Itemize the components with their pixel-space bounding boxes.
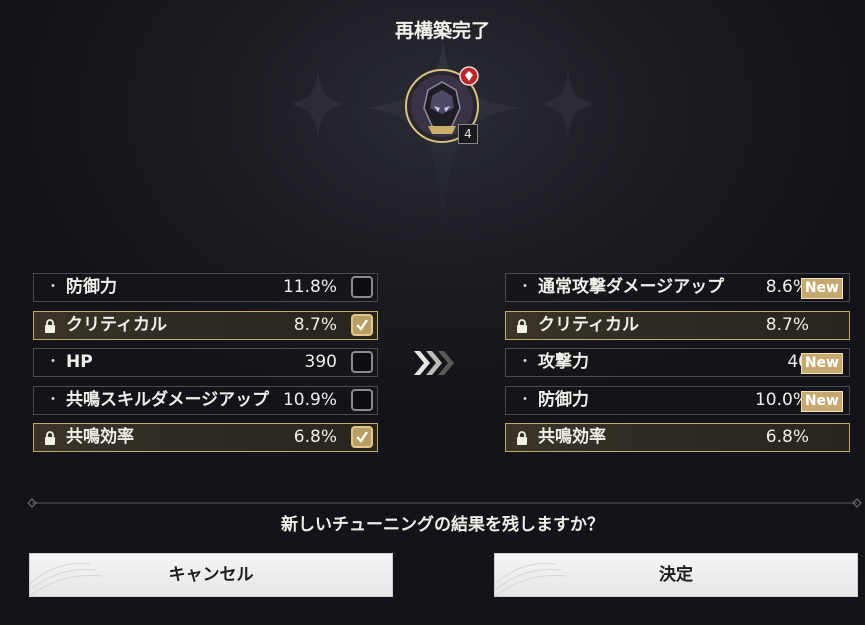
divider-line — [27, 498, 862, 508]
stat-name: 防御力 — [66, 277, 117, 297]
confirm-button[interactable]: 決定 — [494, 553, 858, 597]
rarity-badge-icon — [459, 66, 479, 86]
checkmark-icon — [356, 431, 368, 443]
button-wave-decoration — [495, 563, 568, 596]
confirm-question: 新しいチューニングの結果を残しますか？ — [281, 515, 604, 535]
stat-name: HP — [66, 352, 93, 372]
stat-name: クリティカル — [66, 314, 167, 335]
checkmark-icon — [356, 318, 368, 331]
stat-name: 攻撃力 — [538, 352, 589, 372]
bullet: ・ — [46, 354, 60, 370]
cancel-button-label: キャンセル — [168, 565, 254, 585]
page-title: 再構築完了 — [394, 20, 490, 42]
tuning-result-screen: 再構築完了 4 ・ 防御力 11.8% クリティカル 8.7% ・ HP 390… — [0, 0, 865, 625]
lock-checkbox[interactable] — [351, 276, 373, 298]
bullet: ・ — [518, 279, 532, 295]
new-badge: New — [800, 390, 843, 412]
stat-value: 10.9% — [282, 389, 337, 410]
before-row-4: 共鳴効率 6.8% — [33, 423, 378, 452]
after-row-3: ・ 防御力 10.0% New — [505, 385, 850, 415]
lock-checkbox[interactable] — [351, 351, 373, 373]
stat-value: 6.8% — [765, 427, 809, 447]
lock-icon — [517, 431, 527, 445]
before-row-0: ・ 防御力 11.8% — [33, 273, 378, 302]
lock-icon — [517, 318, 527, 333]
after-row-4: 共鳴効率 6.8% — [505, 423, 850, 452]
before-row-2: ・ HP 390 — [33, 348, 378, 377]
stat-name: 共鳴効率 — [538, 427, 606, 447]
stat-name: 通常攻撃ダメージアップ — [538, 277, 725, 297]
bullet: ・ — [46, 391, 60, 408]
new-badge: New — [800, 278, 843, 299]
chevron-right-arrows-icon — [414, 351, 454, 375]
button-wave-decoration — [30, 563, 103, 596]
after-row-1: クリティカル 8.7% — [505, 310, 850, 340]
lock-checkbox-checked[interactable] — [351, 426, 373, 448]
stat-value: 8.7% — [765, 314, 809, 335]
lock-checkbox[interactable] — [351, 388, 373, 411]
after-row-0: ・ 通常攻撃ダメージアップ 8.6% New — [505, 273, 850, 302]
bullet: ・ — [518, 354, 532, 370]
bullet: ・ — [46, 279, 60, 295]
echo-level-badge: 4 — [458, 124, 478, 144]
stat-name: 共鳴効率 — [66, 427, 134, 447]
stat-value: 6.8% — [293, 427, 337, 447]
before-row-1: クリティカル 8.7% — [33, 310, 378, 340]
cancel-button[interactable]: キャンセル — [29, 553, 393, 597]
lock-icon — [45, 431, 55, 445]
after-substats-panel: ・ 通常攻撃ダメージアップ 8.6% New クリティカル 8.7% ・ 攻撃力… — [505, 273, 850, 461]
stat-name: 共鳴スキルダメージアップ — [66, 389, 270, 410]
before-substats-panel: ・ 防御力 11.8% クリティカル 8.7% ・ HP 390 ・ 共鳴スキル… — [33, 273, 378, 461]
lock-icon — [45, 318, 55, 333]
stat-name: クリティカル — [538, 314, 639, 335]
before-row-3: ・ 共鳴スキルダメージアップ 10.9% — [33, 385, 378, 415]
stat-value: 390 — [304, 352, 337, 372]
bullet: ・ — [518, 391, 532, 408]
stat-value: 8.7% — [293, 314, 337, 335]
stat-name: 防御力 — [538, 389, 589, 410]
stat-value: 11.8% — [282, 277, 337, 297]
after-row-2: ・ 攻撃力 40 New — [505, 348, 850, 377]
confirm-button-label: 決定 — [659, 565, 693, 585]
lock-checkbox-checked[interactable] — [351, 313, 373, 336]
new-badge: New — [800, 353, 843, 374]
